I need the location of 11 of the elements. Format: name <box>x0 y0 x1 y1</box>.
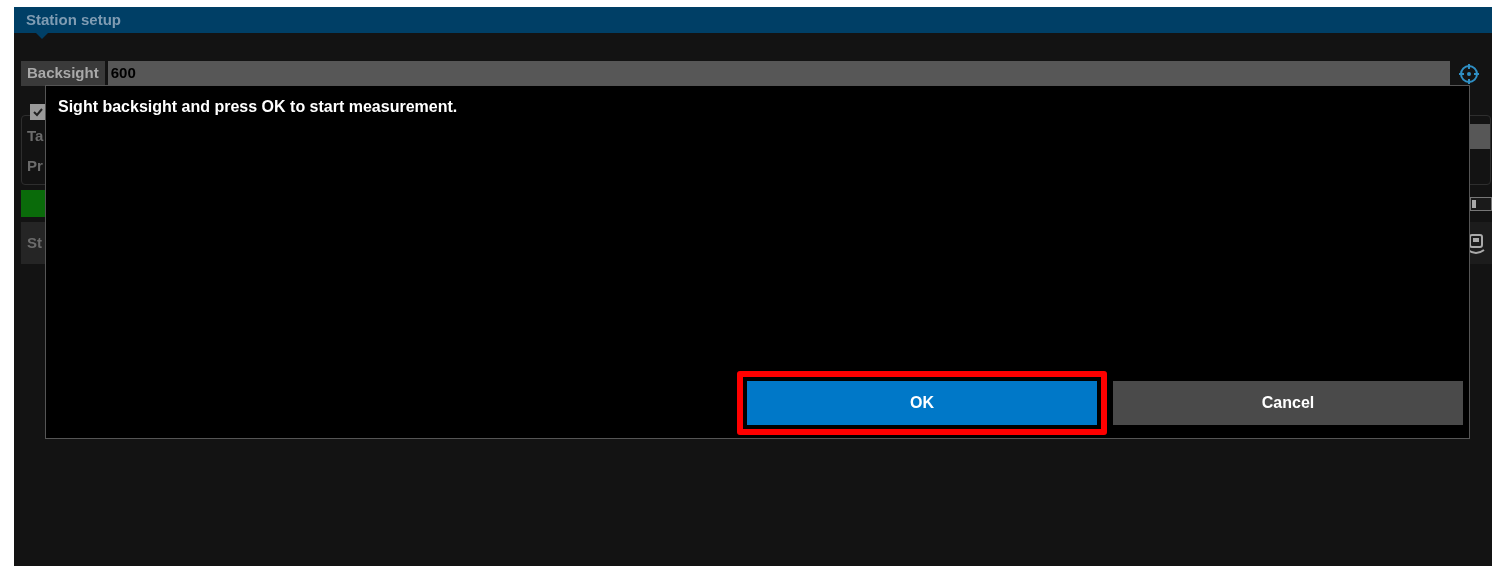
backsight-label: Backsight <box>21 61 105 86</box>
checkbox[interactable] <box>30 104 46 120</box>
backsight-field[interactable]: 600 <box>107 61 1450 86</box>
target-icon[interactable] <box>1457 62 1480 85</box>
ok-button[interactable]: OK <box>747 381 1097 425</box>
cancel-button[interactable]: Cancel <box>1113 381 1463 425</box>
window-title: Station setup <box>26 9 121 30</box>
dialog-message: Sight backsight and press OK to start measurement. <box>58 97 459 117</box>
prism-constant-label: Pr <box>27 156 44 177</box>
slider-icon[interactable] <box>1470 196 1492 211</box>
target-height-label: Ta <box>27 126 45 147</box>
